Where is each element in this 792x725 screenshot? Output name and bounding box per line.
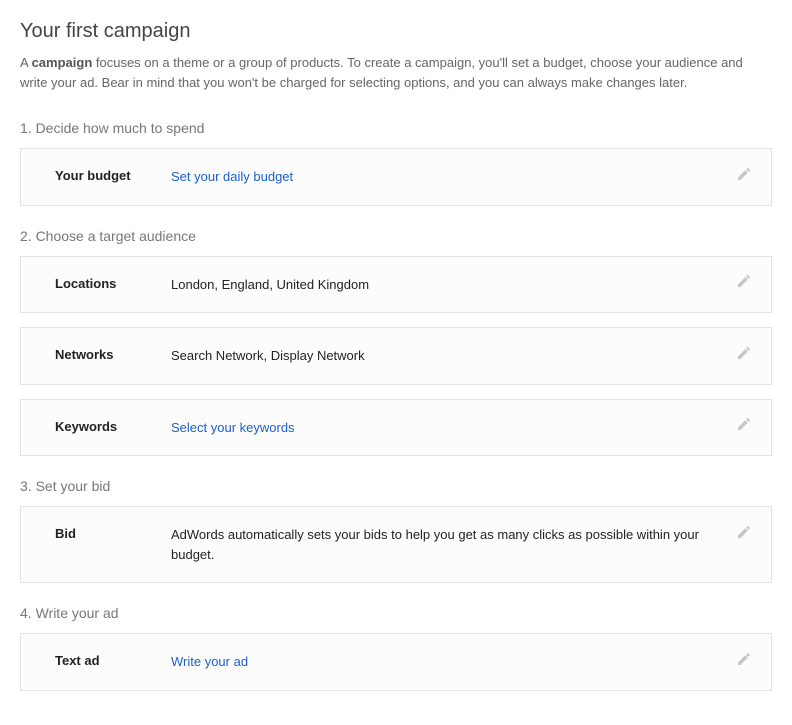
card-networks-label: Networks	[55, 346, 171, 362]
card-bid-value: AdWords automatically sets your bids to …	[171, 525, 735, 564]
section-heading-budget: 1. Decide how much to spend	[20, 120, 772, 136]
card-bid-label: Bid	[55, 525, 171, 541]
pencil-icon	[736, 345, 752, 366]
section-heading-audience: 2. Choose a target audience	[20, 228, 772, 244]
edit-networks-button[interactable]	[735, 346, 753, 364]
section-heading-ad: 4. Write your ad	[20, 605, 772, 621]
pencil-icon	[736, 416, 752, 437]
card-networks-value: Search Network, Display Network	[171, 346, 735, 366]
pencil-icon	[736, 651, 752, 672]
edit-locations-button[interactable]	[735, 275, 753, 293]
page-title: Your first campaign	[20, 20, 772, 43]
intro-prefix: A	[20, 55, 32, 70]
pencil-icon	[736, 166, 752, 187]
card-locations[interactable]: Locations London, England, United Kingdo…	[20, 256, 772, 314]
intro-text: A campaign focuses on a theme or a group…	[20, 53, 760, 92]
card-bid[interactable]: Bid AdWords automatically sets your bids…	[20, 506, 772, 583]
card-keywords-value[interactable]: Select your keywords	[171, 418, 735, 438]
section-heading-bid: 3. Set your bid	[20, 478, 772, 494]
card-locations-label: Locations	[55, 275, 171, 291]
pencil-icon	[736, 273, 752, 294]
card-textad-label: Text ad	[55, 652, 171, 668]
card-keywords[interactable]: Keywords Select your keywords	[20, 399, 772, 457]
card-keywords-label: Keywords	[55, 418, 171, 434]
edit-textad-button[interactable]	[735, 652, 753, 670]
pencil-icon	[736, 524, 752, 545]
card-budget[interactable]: Your budget Set your daily budget	[20, 148, 772, 206]
intro-bold: campaign	[32, 55, 93, 70]
card-textad[interactable]: Text ad Write your ad	[20, 633, 772, 691]
card-budget-value[interactable]: Set your daily budget	[171, 167, 735, 187]
card-textad-value[interactable]: Write your ad	[171, 652, 735, 672]
card-budget-label: Your budget	[55, 167, 171, 183]
edit-keywords-button[interactable]	[735, 418, 753, 436]
card-networks[interactable]: Networks Search Network, Display Network	[20, 327, 772, 385]
edit-budget-button[interactable]	[735, 167, 753, 185]
card-locations-value: London, England, United Kingdom	[171, 275, 735, 295]
intro-rest: focuses on a theme or a group of product…	[20, 55, 743, 90]
edit-bid-button[interactable]	[735, 525, 753, 543]
